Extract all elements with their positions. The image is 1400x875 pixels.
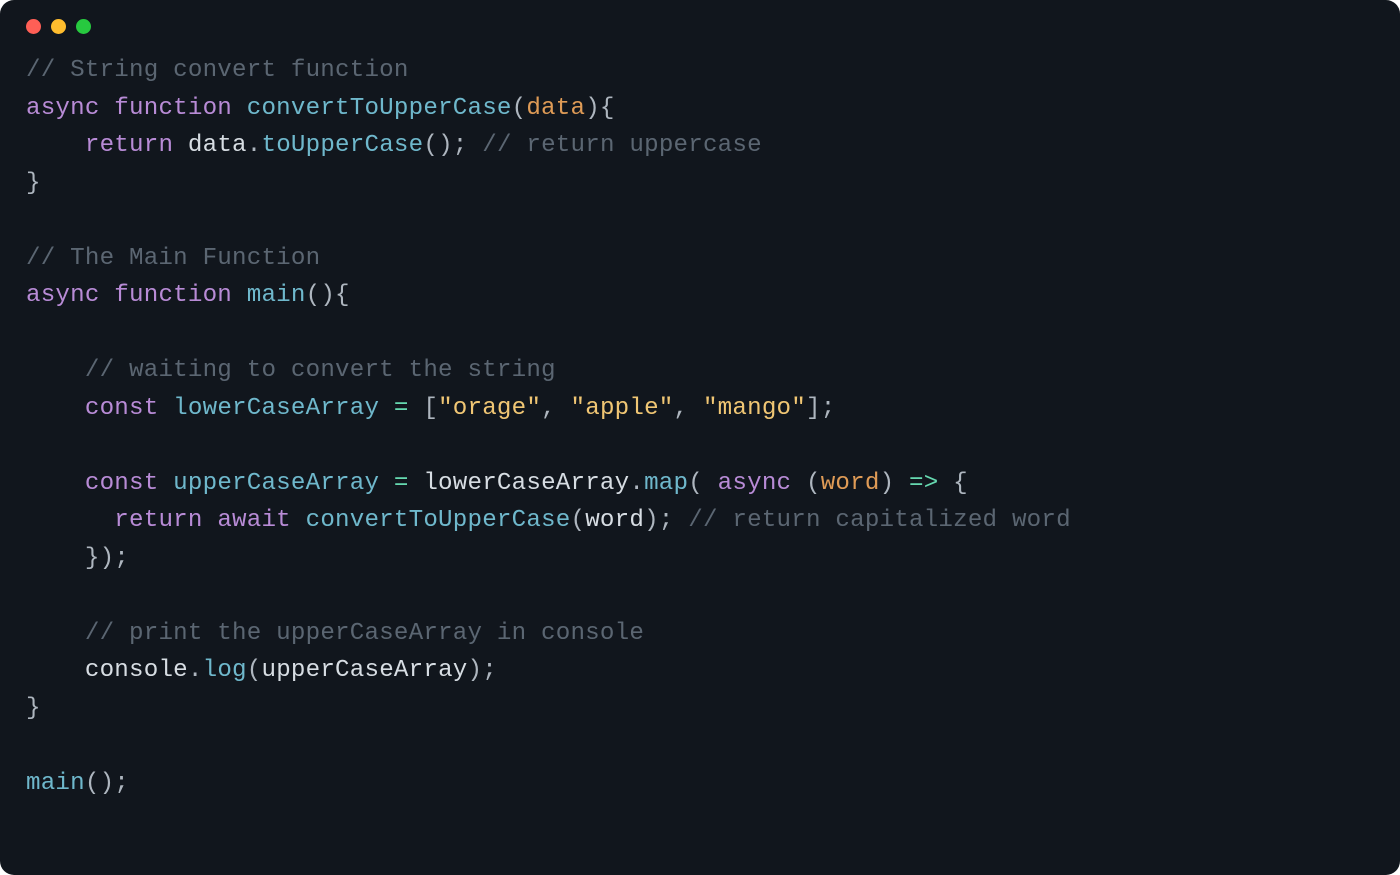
code-method: toUpperCase [261,132,423,159]
code-identifier: upperCaseArray [173,470,379,497]
code-indent [26,132,85,159]
code-keyword: async [26,282,100,309]
code-keyword: return [114,507,202,534]
code-function-name: main [26,770,85,797]
code-function-name: convertToUpperCase [306,507,571,534]
code-identifier: data [188,132,247,159]
code-method: log [203,657,247,684]
code-string: "apple" [571,395,674,422]
code-keyword: const [85,470,159,497]
code-param: data [526,95,585,122]
close-icon[interactable] [26,19,41,34]
code-function-name: convertToUpperCase [247,95,512,122]
code-comment: // waiting to convert the string [85,357,556,384]
code-punct: } [26,695,41,722]
code-keyword: async [718,470,792,497]
code-comment: // return capitalized word [688,507,1071,534]
code-block[interactable]: // String convert function async functio… [26,52,1374,802]
code-method: map [644,470,688,497]
code-identifier: lowerCaseArray [173,395,379,422]
code-keyword: function [114,95,232,122]
code-punct: ( [512,95,527,122]
code-punct: } [26,170,41,197]
code-string: "orage" [438,395,541,422]
code-punct: ){ [585,95,614,122]
code-keyword: return [85,132,173,159]
code-string: "mango" [703,395,806,422]
code-keyword: async [26,95,100,122]
code-editor-window: // String convert function async functio… [0,0,1400,875]
code-comment: // return uppercase [482,132,762,159]
code-keyword: await [217,507,291,534]
code-comment: // String convert function [26,57,409,84]
code-comment: // The Main Function [26,245,320,272]
code-param: word [821,470,880,497]
code-function-name: main [247,282,306,309]
code-keyword: const [85,395,159,422]
code-comment: // print the upperCaseArray in console [85,620,644,647]
maximize-icon[interactable] [76,19,91,34]
window-titlebar [26,0,1374,52]
minimize-icon[interactable] [51,19,66,34]
code-keyword: function [114,282,232,309]
